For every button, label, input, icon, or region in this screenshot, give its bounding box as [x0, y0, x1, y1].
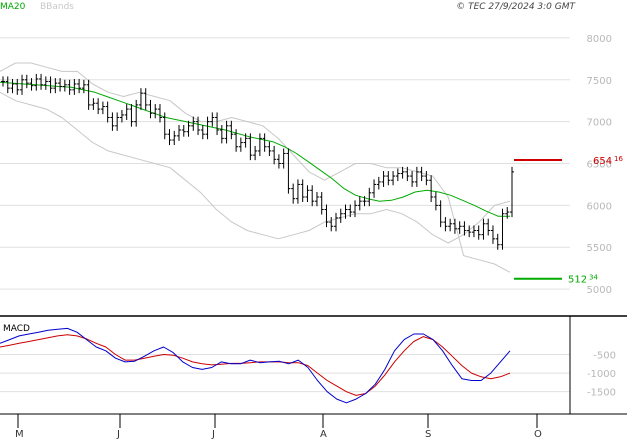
- resistance-value-decimals: 16: [614, 155, 623, 163]
- y-tick-label: 6000: [587, 201, 612, 212]
- bbands-lower-line: [0, 91, 511, 244]
- month-label: J: [211, 429, 215, 440]
- macd-tick-label: -1000: [587, 369, 616, 380]
- y-tick-label: 5000: [587, 285, 612, 296]
- stock-chart: 5000550060006500700075008000-500-1000-15…: [0, 2, 627, 440]
- bollinger-bands: [0, 62, 511, 273]
- legend-ma-label: MA20: [0, 2, 26, 12]
- copyright-timestamp: © TEC 27/9/2024 3:0 GMT: [456, 2, 576, 12]
- month-label: S: [425, 429, 431, 440]
- axis-labels: 5000550060006500700075008000-500-1000-15…: [3, 34, 623, 440]
- support-value-decimals: 34: [589, 274, 598, 282]
- month-label: A: [320, 429, 327, 440]
- resistance-value-label: 654: [593, 156, 612, 167]
- month-label: O: [534, 429, 542, 440]
- y-tick-label: 8000: [587, 34, 612, 45]
- chart-frame: [0, 315, 627, 428]
- price-bars: [1, 73, 514, 250]
- month-label: J: [116, 429, 120, 440]
- macd-title: MACD: [3, 324, 30, 334]
- macd-tick-label: -1500: [587, 388, 616, 399]
- y-tick-label: 7000: [587, 118, 612, 129]
- macd-tick-label: -500: [593, 350, 616, 361]
- legend-bbands-label: BBands: [40, 2, 74, 12]
- support-value-label: 512: [568, 275, 587, 286]
- bbands-upper-line: [0, 62, 511, 273]
- month-label: M: [15, 429, 24, 440]
- y-tick-label: 5500: [587, 243, 612, 254]
- macd-signal-line: [0, 334, 511, 396]
- price-levels: [514, 159, 562, 280]
- y-tick-label: 7500: [587, 76, 612, 87]
